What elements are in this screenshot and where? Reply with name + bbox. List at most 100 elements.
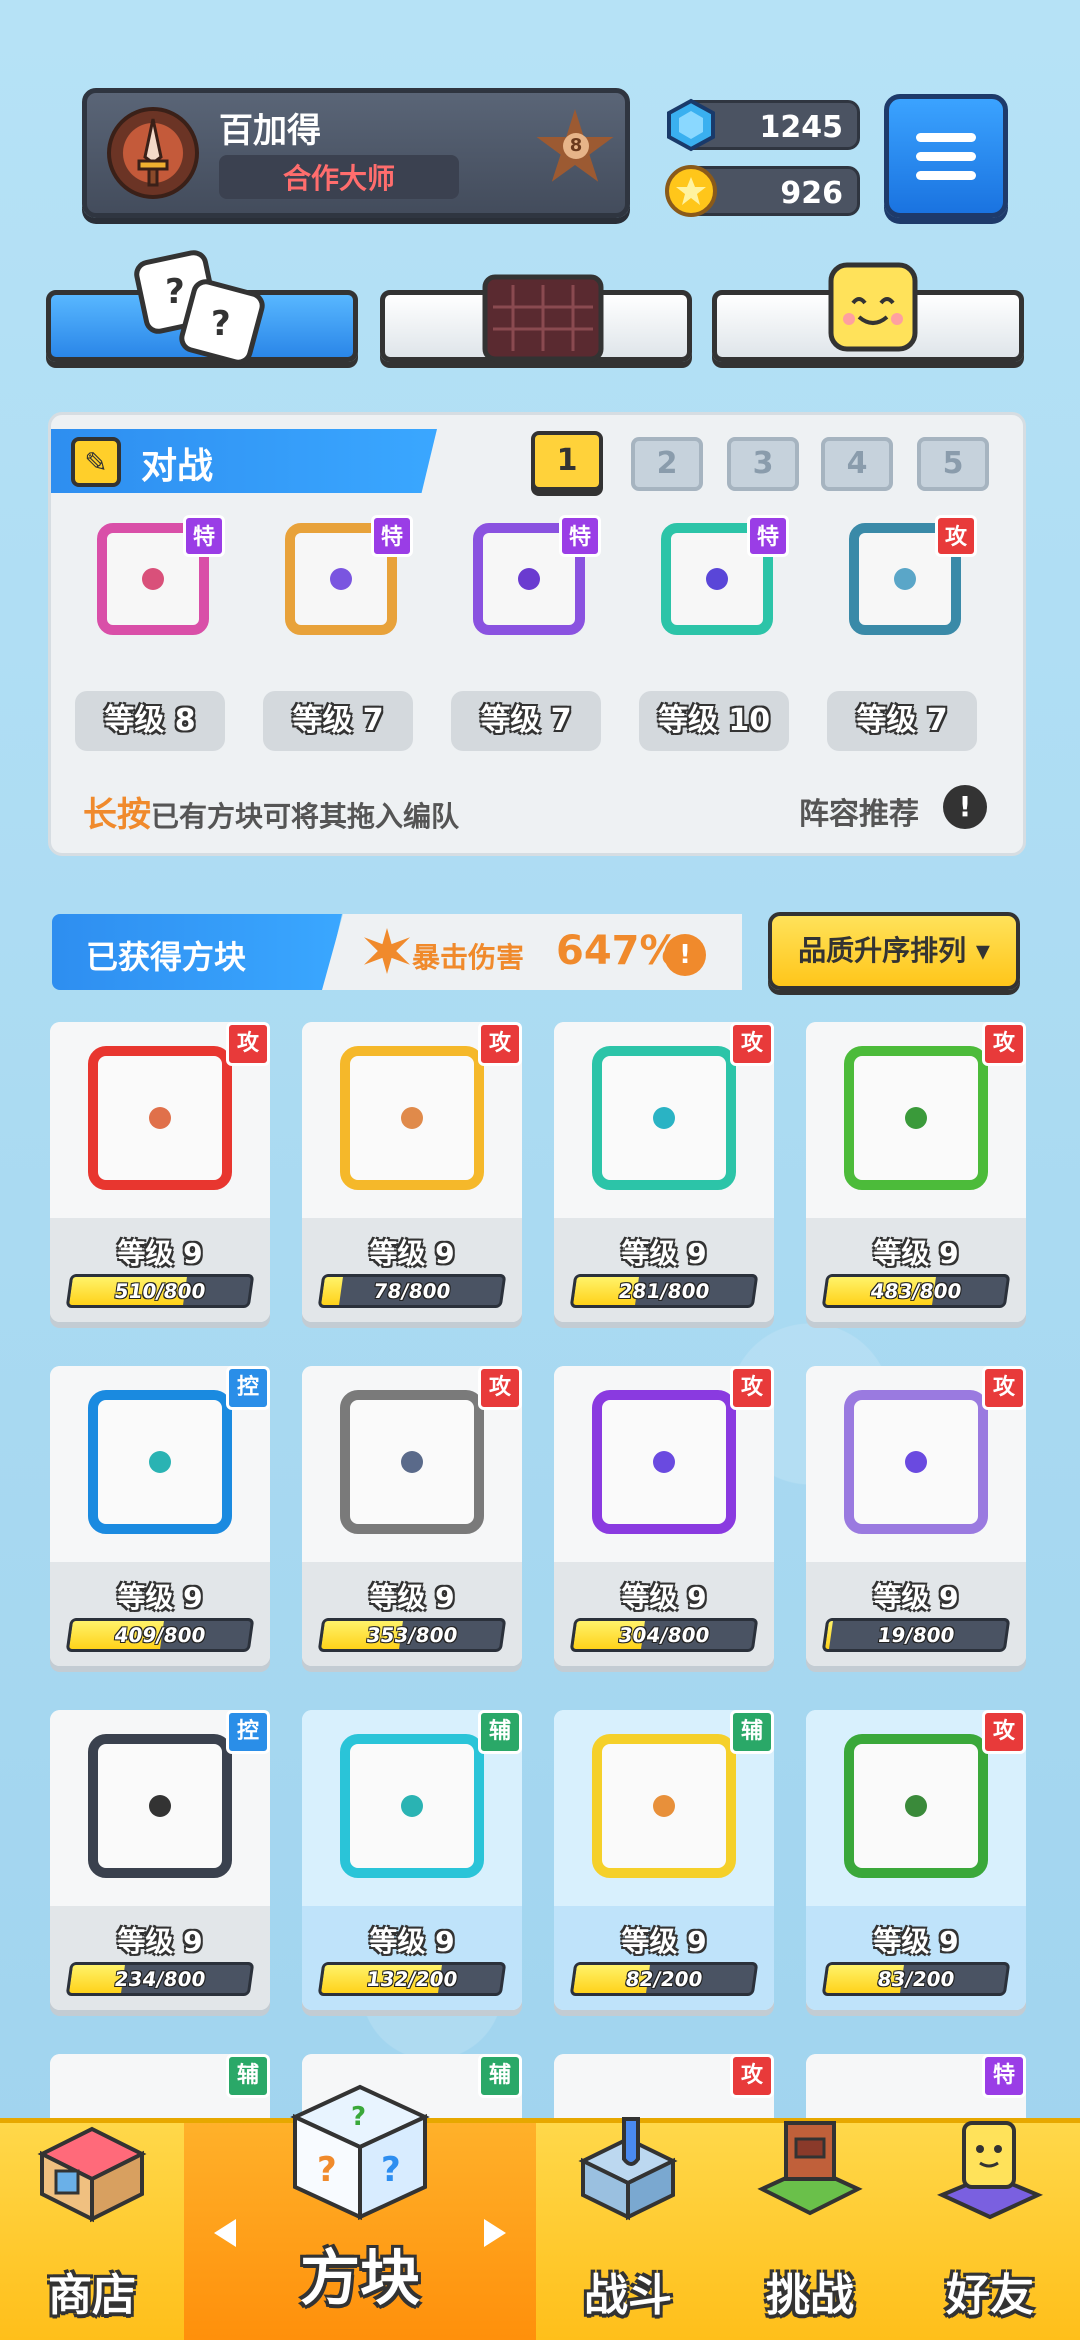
card-type-tag: 攻 [982,1366,1026,1410]
die-type-tag: 特 [371,515,413,557]
card-type-tag: 攻 [730,1366,774,1410]
hint-accent: 长按 [83,795,151,835]
card-progress-text: 304/800 [616,1623,712,1647]
deck-tab-5[interactable]: 5 [917,437,989,491]
dice-card[interactable]: 攻等级 9 510/800 [50,1022,270,1322]
deck-tab-1[interactable]: 1 [531,431,603,491]
lineup-info-icon[interactable]: ! [943,785,987,829]
obtained-header: 已获得方块 暴击伤害 647% ! [52,914,742,990]
card-type-tag: 攻 [982,1710,1026,1754]
card-progress-bar: 78/800 [317,1274,507,1308]
deck-die-slot[interactable]: 攻 [827,505,977,655]
card-level: 等级 9 [117,1581,203,1614]
card-die-pip [905,1107,927,1129]
card-progress-text: 483/800 [868,1279,964,1303]
dice-card[interactable]: 攻等级 9 19/800 [806,1366,1026,1666]
card-type-tag: 攻 [226,1022,270,1066]
card-die-face [592,1046,736,1190]
die-pip [518,568,540,590]
card-progress-bar: 304/800 [569,1618,759,1652]
card-progress-bar: 409/800 [65,1618,255,1652]
dice-card[interactable]: 控等级 9 409/800 [50,1366,270,1666]
dice-card[interactable]: 辅等级 9 82/200 [554,1710,774,2010]
coin-count: 926 [780,176,843,211]
battle-shield-icon [578,2117,678,2221]
card-die-face [88,1390,232,1534]
die-type-tag: 特 [747,515,789,557]
crit-value: 647% [556,928,680,974]
card-die-face [88,1046,232,1190]
card-progress-bar: 132/200 [317,1962,507,1996]
card-die-face [844,1046,988,1190]
nav-dice-label: 方块 [300,2244,420,2314]
dice-card[interactable]: 攻等级 9 353/800 [302,1366,522,1666]
svg-text:?: ? [211,304,231,344]
gem-counter[interactable]: 1245 [667,98,860,152]
dice-cube-icon: ? ? ? [290,2084,430,2221]
card-die-pip [653,1107,675,1129]
deck-die-slot[interactable]: 特 [75,505,225,655]
tab-board[interactable] [380,274,692,362]
nav-shop[interactable]: 商店 [0,2123,184,2340]
die-pip [706,568,728,590]
nav-shop-label: 商店 [48,2270,136,2321]
dice-card[interactable]: 攻等级 9 78/800 [302,1022,522,1322]
deck-tab-2[interactable]: 2 [631,437,703,491]
card-die-face [340,1734,484,1878]
svg-text:?: ? [381,2150,401,2190]
sword-avatar-icon [107,107,199,199]
card-progress-text: 409/800 [112,1623,208,1647]
pencil-icon[interactable]: ✎ [71,437,121,487]
card-level: 等级 9 [369,1237,455,1270]
deck-die-slot[interactable]: 特 [451,505,601,655]
coin-counter[interactable]: 926 [665,165,860,217]
dice-card[interactable]: 攻等级 9 304/800 [554,1366,774,1666]
deck-die-slot[interactable]: 特 [639,505,789,655]
bottom-nav: 商店 ? ? ? 方块 战斗 挑战 好友 [0,2084,1080,2340]
card-type-tag: 辅 [478,2054,522,2098]
nav-friends[interactable]: 好友 [900,2121,1080,2340]
svg-text:?: ? [317,2150,337,2190]
menu-button[interactable] [884,94,1008,218]
card-die-face [844,1390,988,1534]
dice-card[interactable]: 攻等级 9 281/800 [554,1022,774,1322]
dice-card[interactable]: 控等级 9 234/800 [50,1710,270,2010]
tab-emote[interactable] [712,262,1024,362]
nav-dice[interactable]: ? ? ? 方块 [184,2084,536,2340]
crit-info-icon[interactable]: ! [664,934,706,976]
card-progress-bar: 353/800 [317,1618,507,1652]
dice-card[interactable]: 攻等级 9 83/200 [806,1710,1026,2010]
nav-battle[interactable]: 战斗 [536,2117,720,2340]
challenge-tower-icon [757,2121,863,2216]
card-level: 等级 9 [621,1925,707,1958]
deck-tab-4[interactable]: 4 [821,437,893,491]
deck-die-slot[interactable]: 特 [263,505,413,655]
card-level: 等级 9 [621,1581,707,1614]
tab-dice[interactable]: ? ? [46,250,358,365]
battle-title: 对战 [141,446,214,487]
sort-button[interactable]: 品质升序排列 ▾ [768,912,1020,990]
card-type-tag: 特 [982,2054,1026,2098]
die-pip [330,568,352,590]
lineup-recommend-link[interactable]: 阵容推荐 [799,789,919,833]
card-die-pip [653,1795,675,1817]
dice-card[interactable]: 攻等级 9 483/800 [806,1022,1026,1322]
card-level: 等级 9 [369,1581,455,1614]
deck-die-level: 等级 8 [75,691,225,751]
dice-pair-icon: ? ? [134,250,265,365]
card-level: 等级 9 [369,1925,455,1958]
shop-icon [37,2126,147,2223]
card-level: 等级 9 [873,1581,959,1614]
card-die-pip [653,1451,675,1473]
deck-tab-3[interactable]: 3 [727,437,799,491]
player-card[interactable]: 百加得 合作大师 8 [82,88,630,218]
dice-card[interactable]: 辅等级 9 132/200 [302,1710,522,2010]
card-die-pip [905,1795,927,1817]
card-progress-bar: 483/800 [821,1274,1011,1308]
nav-challenge-label: 挑战 [766,2270,854,2321]
nav-challenge[interactable]: 挑战 [720,2121,900,2340]
card-die-pip [149,1451,171,1473]
hamburger-line [916,170,976,180]
hamburger-line [916,132,976,142]
card-type-tag: 辅 [730,1710,774,1754]
